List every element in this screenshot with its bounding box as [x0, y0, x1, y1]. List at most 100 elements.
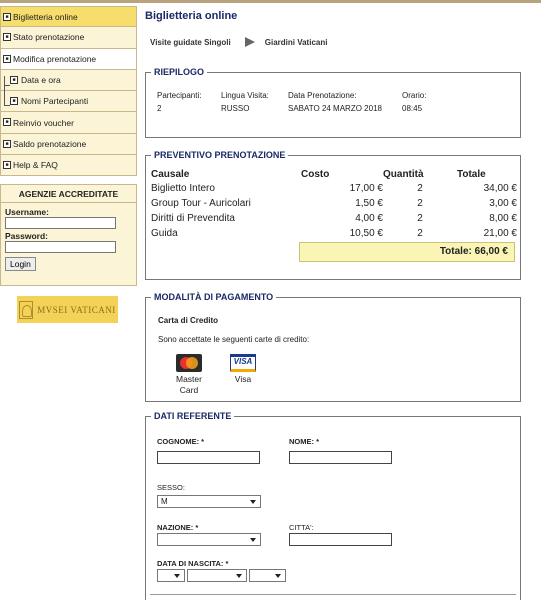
nome-field[interactable]: [289, 451, 392, 464]
sidebar-item-reinvio[interactable]: ■ Reinvio voucher: [0, 112, 137, 134]
chevron-down-icon: [236, 574, 242, 578]
total-amount: Totale: 66,00 €: [299, 242, 515, 262]
card-label: Card: [179, 385, 199, 395]
username-label: Username:: [5, 207, 49, 217]
password-field[interactable]: [5, 241, 116, 253]
cell-causale: Diritti di Prevendita: [151, 213, 235, 224]
date-value: SABATO 24 MARZO 2018: [288, 104, 382, 113]
visa-icon: VISA: [230, 354, 256, 372]
username-field[interactable]: [5, 217, 116, 229]
citta-label: CITTA':: [289, 523, 314, 532]
card-label: Master: [176, 374, 202, 384]
time-value: 08:45: [402, 104, 423, 113]
sidebar-item-label: Biglietteria online: [13, 11, 78, 22]
birth-year-select[interactable]: [249, 569, 286, 582]
sidebar-item-stato[interactable]: ■ Stato prenotazione: [0, 27, 137, 49]
nav-bullet-icon: ■: [3, 33, 11, 42]
nazione-select[interactable]: [157, 533, 261, 546]
breadcrumb-item: Giardini Vaticani: [264, 37, 328, 47]
sidebar-item-label: Help & FAQ: [13, 160, 58, 171]
breadcrumb: Visite guidate Singoli Giardini Vaticani: [150, 37, 327, 47]
top-decor-bar: [0, 0, 541, 3]
nav-bullet-icon: ■: [3, 139, 11, 148]
nome-label: NOME: *: [289, 437, 319, 446]
cognome-field[interactable]: [157, 451, 260, 464]
sidebar-item-label: Modifica prenotazione: [13, 53, 97, 64]
sesso-value: M: [161, 497, 168, 506]
cell-costo: 1,50 €: [355, 198, 383, 209]
musei-vaticani-logo[interactable]: MVSEI VATICANI: [17, 296, 118, 323]
payment-title: MODALITÀ DI PAGAMENTO: [151, 292, 277, 302]
citta-field[interactable]: [289, 533, 392, 546]
time-info: Orario: 08:45: [402, 89, 426, 115]
table-row: Group Tour - Auricolari 1,50 € 2 3,00 €: [151, 196, 517, 211]
language-label: Lingua Visita:: [221, 91, 269, 100]
language-info: Lingua Visita: RUSSO: [221, 89, 269, 115]
preventivo-panel: PREVENTIVO PRENOTAZIONE Causale Costo Qu…: [145, 150, 521, 280]
tree-connector: [4, 76, 10, 86]
payment-description: Sono accettate le seguenti carte di cred…: [158, 335, 310, 344]
cell-totale: 3,00 €: [489, 198, 517, 209]
mastercard-icon: [176, 354, 202, 372]
password-label: Password:: [5, 231, 48, 241]
sidebar-item-nomi[interactable]: ■ Nomi Partecipanti: [0, 91, 137, 113]
date-info: Data Prenotazione: SABATO 24 MARZO 2018: [288, 89, 382, 115]
column-header-totale: Totale: [457, 169, 486, 180]
logo-text: MVSEI VATICANI: [37, 304, 116, 315]
sidebar-item-data-ora[interactable]: ■ Data e ora: [0, 69, 137, 92]
nav-bullet-icon: ■: [10, 75, 18, 84]
arrow-right-icon: [244, 37, 255, 47]
sidebar-item-modifica[interactable]: ■ Modifica prenotazione: [0, 48, 137, 70]
column-header-costo: Costo: [301, 169, 330, 180]
time-label: Orario:: [402, 91, 427, 100]
sidebar-item-label: Nomi Partecipanti: [21, 96, 89, 107]
date-label: Data Prenotazione:: [288, 91, 357, 100]
nav-bullet-icon: ■: [3, 13, 11, 21]
language-value: RUSSO: [221, 104, 250, 113]
cell-quantita: 2: [417, 228, 423, 239]
sesso-select[interactable]: M: [157, 495, 261, 508]
cell-costo: 17,00 €: [349, 183, 383, 194]
breadcrumb-item: Visite guidate Singoli: [150, 37, 231, 47]
vatican-emblem-icon: [19, 300, 34, 319]
nav-bullet-icon: ■: [10, 97, 18, 106]
visa-option[interactable]: VISA Visa: [223, 354, 263, 385]
sidebar-item-help[interactable]: ■ Help & FAQ: [0, 155, 137, 177]
cell-causale: Guida: [151, 228, 178, 239]
chevron-down-icon: [250, 500, 256, 504]
participants-info: Partecipanti: 2: [157, 89, 201, 115]
cell-quantita: 2: [417, 198, 423, 209]
table-row: Biglietto Intero 17,00 € 2 34,00 €: [151, 181, 517, 196]
participants-label: Partecipanti:: [157, 91, 202, 100]
mastercard-option[interactable]: Master Card: [169, 354, 209, 396]
birth-day-select[interactable]: [157, 569, 185, 582]
sidebar: ■ Biglietteria online ■ Stato prenotazio…: [0, 6, 137, 177]
nav-bullet-icon: ■: [3, 54, 11, 63]
referente-title: DATI REFERENTE: [151, 411, 235, 421]
card-label: Visa: [234, 374, 252, 384]
nav-bullet-icon: ■: [3, 161, 11, 170]
participants-value: 2: [157, 104, 162, 113]
sidebar-item-label: Saldo prenotazione: [13, 138, 87, 149]
sidebar-item-label: Stato prenotazione: [13, 32, 85, 43]
birth-month-select[interactable]: [187, 569, 247, 582]
sidebar-item-label: Reinvio voucher: [13, 117, 74, 128]
chevron-down-icon: [174, 574, 180, 578]
preventivo-title: PREVENTIVO PRENOTAZIONE: [151, 150, 289, 160]
sidebar-item-biglietteria[interactable]: ■ Biglietteria online: [0, 6, 137, 28]
riepilogo-title: RIEPILOGO: [151, 67, 208, 77]
page-title: Biglietteria online: [145, 10, 238, 22]
cell-causale: Group Tour - Auricolari: [151, 198, 251, 209]
login-button[interactable]: Login: [5, 257, 36, 271]
cell-quantita: 2: [417, 183, 423, 194]
column-header-causale: Causale: [151, 169, 190, 180]
divider: [150, 594, 516, 595]
payment-panel: MODALITÀ DI PAGAMENTO Carta di Credito S…: [145, 292, 521, 402]
sidebar-item-label: Data e ora: [21, 75, 61, 86]
sidebar-item-saldo[interactable]: ■ Saldo prenotazione: [0, 133, 137, 156]
sesso-label: SESSO:: [157, 483, 185, 492]
cell-costo: 4,00 €: [355, 213, 383, 224]
column-header-quantita: Quantità: [383, 169, 424, 180]
nazione-label: NAZIONE: *: [157, 523, 199, 532]
chevron-down-icon: [250, 538, 256, 542]
